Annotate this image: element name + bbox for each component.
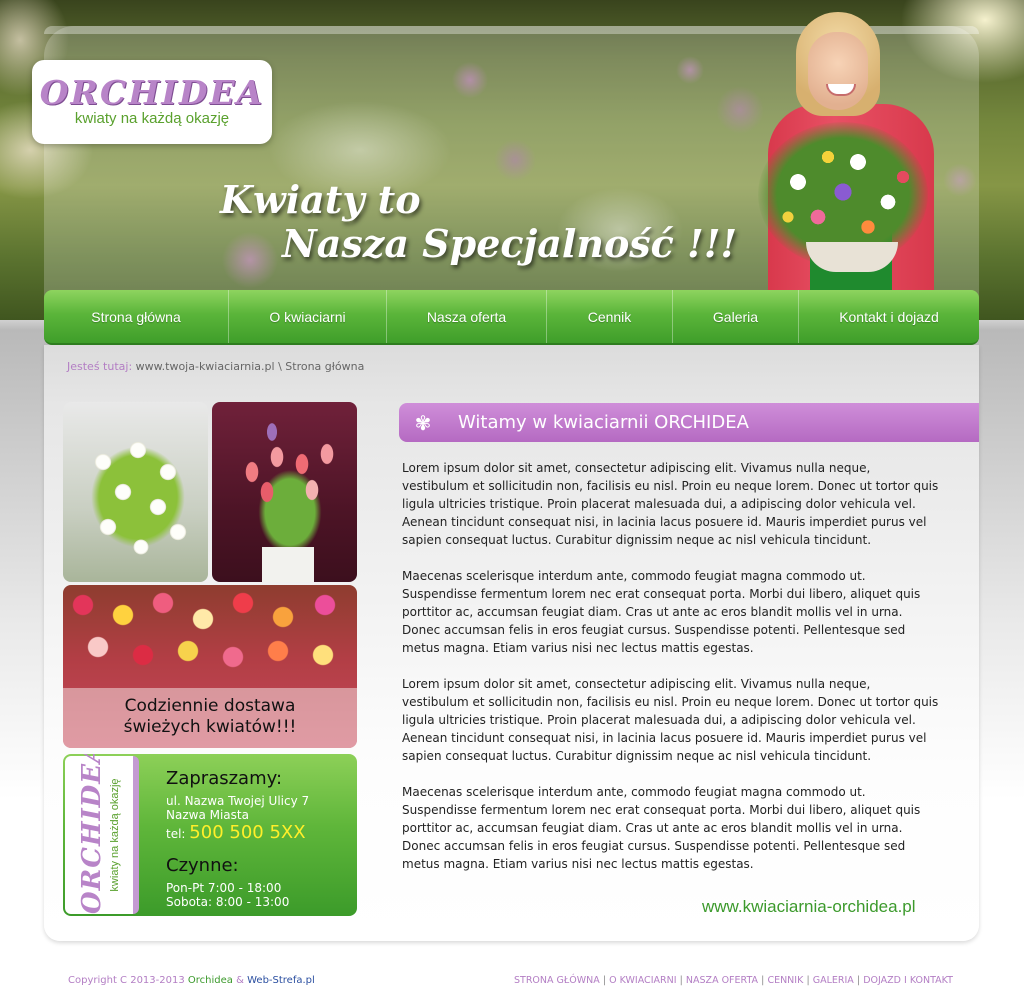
nav-item-about[interactable]: O kwiaciarni [228, 290, 386, 343]
breadcrumb: Jesteś tutaj: www.twoja-kwiaciarnia.pl \… [67, 360, 364, 373]
footer-link-offer[interactable]: NASZA OFERTA [686, 975, 758, 986]
contact-city: Nazwa Miasta [166, 808, 249, 822]
footer-separator: | [602, 975, 607, 986]
white-bouquet-photo [63, 402, 208, 582]
footer-link-contact[interactable]: DOJAZD I KONTAKT [863, 975, 953, 986]
hours-saturday: Sobota: 8:00 - 13:00 [166, 895, 290, 909]
article-paragraph: Maecenas scelerisque interdum ante, comm… [402, 569, 921, 655]
logo-name: ORCHIDEA [39, 73, 265, 112]
footer-separator: | [761, 975, 765, 986]
footer-separator: | [856, 975, 861, 986]
footer-separator: | [679, 975, 683, 986]
copyright-text: Copyright C 2013-2013 [68, 975, 185, 986]
header-slogan: Kwiaty to Nasza Specjalność !!! [220, 178, 737, 266]
copyright-amp: & [236, 975, 244, 986]
flower-icon: ✾ [414, 411, 432, 435]
tulips-photo [212, 402, 357, 582]
hours-title: Czynne: [166, 855, 239, 876]
article-paragraph: Maecenas scelerisque interdum ante, comm… [402, 785, 921, 871]
copyright: Copyright C 2013-2013 Orchidea & Web-Str… [68, 975, 315, 986]
phone-label: tel: [166, 827, 186, 841]
breadcrumb-path[interactable]: www.twoja-kwiaciarnia.pl \ Strona główna [136, 360, 365, 373]
nav-item-contact[interactable]: Kontakt i dojazd [798, 290, 979, 343]
slogan-line-1: Kwiaty to [220, 177, 421, 222]
copyright-brand-link[interactable]: Orchidea [188, 975, 233, 986]
logo-tagline: kwiaty na każdą okazję [74, 110, 230, 127]
breadcrumb-label: Jesteś tutaj: [67, 360, 133, 373]
welcome-heading: Witamy w kwiaciarnii ORCHIDEA [458, 412, 749, 433]
article-paragraph: Lorem ipsum dolor sit amet, consectetur … [402, 461, 939, 547]
promo-line-1: Codziennie dostawa [124, 696, 296, 716]
promo-caption: Codziennie dostawa świeżych kwiatów!!! [63, 688, 357, 748]
copyright-partner-link[interactable]: Web-Strefa.pl [247, 975, 315, 986]
florist-photo [758, 12, 942, 294]
phone-number[interactable]: 500 500 5XX [189, 822, 305, 843]
contact-logo: ORCHIDEA kwiaty na każdą okazję [69, 754, 139, 914]
slogan-line-2: Nasza Specjalność !!! [282, 221, 738, 266]
hours-weekday: Pon-Pt 7:00 - 18:00 [166, 881, 282, 895]
site-logo[interactable]: ORCHIDEA kwiaty na każdą okazję [32, 60, 272, 144]
footer-separator: | [806, 975, 810, 986]
contact-info: Zapraszamy: ul. Nazwa Twojej Ulicy 7 Naz… [166, 768, 309, 909]
contact-logo-name: ORCHIDEA [77, 754, 107, 914]
footer-link-about[interactable]: O KWIACIARNI [609, 975, 676, 986]
contact-phone-line: tel: 500 500 5XX [166, 822, 309, 845]
promo-line-2: świeżych kwiatów!!! [123, 717, 297, 737]
header-banner: Kwiaty to Nasza Specjalność !!! [0, 0, 1024, 320]
contact-logo-tagline: kwiaty na każdą okazję [109, 778, 121, 892]
article-paragraph: Lorem ipsum dolor sit amet, consectetur … [402, 677, 939, 763]
footer-link-home[interactable]: STRONA GŁÓWNA [514, 975, 600, 986]
nav-item-offer[interactable]: Nasza oferta [386, 290, 546, 343]
footer-nav: STRONA GŁÓWNA | O KWIACIARNI | NASZA OFE… [514, 975, 953, 986]
contact-invite: Zapraszamy: [166, 768, 283, 789]
contact-street: ul. Nazwa Twojej Ulicy 7 [166, 794, 310, 808]
site-url[interactable]: www.kwiaciarnia-orchidea.pl [702, 897, 916, 917]
nav-item-home[interactable]: Strona główna [44, 290, 228, 343]
main-nav: Strona główna O kwiaciarni Nasza oferta … [44, 290, 979, 345]
welcome-heading-bar: ✾ Witamy w kwiaciarnii ORCHIDEA [399, 403, 979, 442]
contact-logo-panel: ORCHIDEA kwiaty na każdą okazję [65, 754, 139, 914]
contact-box: ORCHIDEA kwiaty na każdą okazję Zaprasza… [63, 754, 357, 916]
article-body: Lorem ipsum dolor sit amet, consectetur … [402, 459, 940, 891]
nav-item-pricing[interactable]: Cennik [546, 290, 672, 343]
footer-link-pricing[interactable]: CENNIK [767, 975, 803, 986]
footer-link-gallery[interactable]: GALERIA [813, 975, 854, 986]
nav-item-gallery[interactable]: Galeria [672, 290, 798, 343]
